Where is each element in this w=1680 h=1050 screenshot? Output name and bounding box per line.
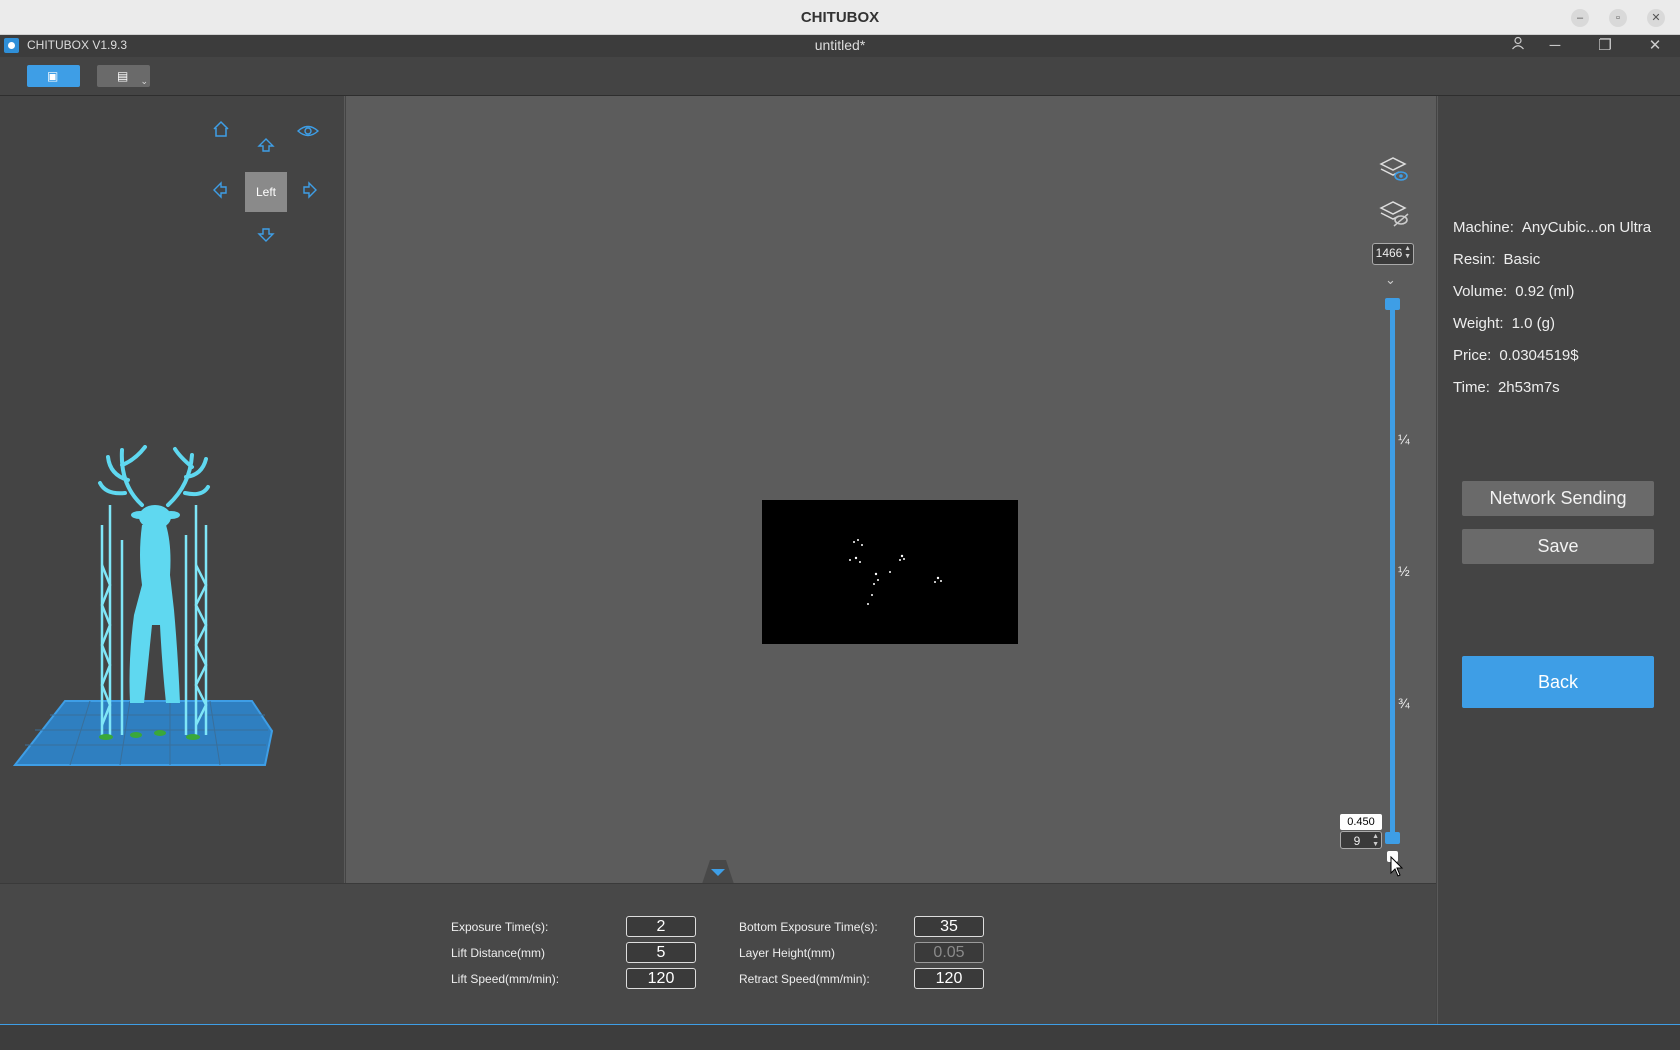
machine-row: Machine: AnyCubic...on Ultra: [1453, 219, 1651, 236]
volume-label: Volume:: [1453, 283, 1508, 300]
rotate-right-icon[interactable]: [298, 180, 322, 204]
document-title: untitled*: [814, 37, 866, 53]
weight-row: Weight: 1.0 (g): [1453, 315, 1555, 332]
network-sending-button[interactable]: Network Sending: [1462, 481, 1654, 516]
slider-mark-three-quarter: ¾: [1398, 695, 1410, 711]
top-layer-spinbox[interactable]: 1466 ▲ ▼: [1372, 243, 1414, 265]
top-layer-value: 1466: [1375, 246, 1403, 260]
layer-slider-bottom-handle[interactable]: [1385, 832, 1400, 844]
bottom-exposure-field[interactable]: 35: [914, 916, 984, 937]
layer-slider-top-handle[interactable]: [1385, 298, 1400, 310]
slice-mode-button[interactable]: ▣: [27, 65, 80, 87]
os-close-button[interactable]: ✕: [1647, 9, 1665, 27]
3d-model-viewport[interactable]: [10, 445, 285, 775]
resin-value: Basic: [1503, 251, 1541, 268]
back-button[interactable]: Back: [1462, 656, 1654, 708]
exposure-time-label: Exposure Time(s):: [451, 920, 549, 934]
lift-distance-field[interactable]: 5: [626, 942, 696, 963]
lift-speed-label: Lift Speed(mm/min):: [451, 972, 560, 986]
toolbar: [0, 57, 1680, 96]
mouse-cursor-icon: [1390, 855, 1404, 878]
app-minimize-button[interactable]: ─: [1543, 36, 1567, 56]
print-settings-panel: [0, 883, 1436, 1026]
volume-value: 0.92 (ml): [1515, 283, 1575, 300]
retract-speed-field[interactable]: 120: [914, 968, 984, 989]
layer-slider-track[interactable]: [1390, 305, 1395, 840]
chevron-down-icon[interactable]: ⌄: [1385, 272, 1396, 288]
os-window-title: CHITUBOX: [800, 9, 880, 26]
lift-speed-field[interactable]: 120: [626, 968, 696, 989]
price-label: Price:: [1453, 347, 1492, 364]
user-icon[interactable]: [1506, 36, 1530, 56]
volume-row: Volume: 0.92 (ml): [1453, 283, 1574, 300]
save-button[interactable]: Save: [1462, 529, 1654, 564]
chevron-down-icon[interactable]: ⌄: [140, 76, 148, 87]
rotate-left-icon[interactable]: [208, 180, 232, 204]
os-minimize-button[interactable]: –: [1571, 9, 1589, 27]
bottom-exposure-label: Bottom Exposure Time(s):: [739, 920, 878, 934]
rotate-down-icon[interactable]: [254, 225, 278, 249]
time-row: Time: 2h53m7s: [1453, 379, 1560, 396]
bottom-layer-height-label: 0.450: [1340, 814, 1382, 830]
exposure-time-field[interactable]: 2: [626, 916, 696, 937]
resin-label: Resin:: [1453, 251, 1496, 268]
retract-speed-label: Retract Speed(mm/min):: [739, 972, 870, 986]
price-value: 0.0304519$: [1499, 347, 1579, 364]
layers-icon: ▣: [47, 69, 59, 83]
show-layers-icon[interactable]: [1379, 156, 1409, 184]
slider-mark-half: ½: [1398, 563, 1410, 579]
deer-model: [129, 505, 180, 703]
layer-height-label: Layer Height(mm): [739, 946, 836, 960]
time-value: 2h53m7s: [1497, 379, 1560, 396]
rotate-up-icon[interactable]: [254, 135, 278, 159]
hide-layers-icon[interactable]: [1379, 200, 1409, 228]
time-label: Time:: [1453, 379, 1490, 396]
eye-view-icon[interactable]: [296, 121, 320, 145]
lift-distance-label: Lift Distance(mm): [451, 946, 546, 960]
weight-label: Weight:: [1453, 315, 1504, 332]
edit-mode-button[interactable]: ▤ ⌄: [97, 65, 150, 87]
slider-mark-quarter: ¼: [1398, 431, 1410, 447]
resin-row: Resin: Basic: [1453, 251, 1540, 268]
machine-label: Machine:: [1453, 219, 1514, 236]
bottom-layer-spinbox[interactable]: 9 ▲ ▼: [1340, 831, 1382, 849]
deer-antlers: [98, 445, 210, 507]
collapse-settings-tab[interactable]: [698, 860, 738, 884]
app-restore-button[interactable]: ❐: [1593, 36, 1617, 56]
spin-arrows-icon[interactable]: ▲ ▼: [1404, 245, 1411, 261]
layer-slice-image: [762, 500, 1018, 644]
spin-arrows-icon[interactable]: ▲ ▼: [1372, 833, 1379, 849]
os-maximize-button[interactable]: ▫: [1609, 9, 1627, 27]
status-bar: [0, 1024, 1680, 1050]
view-cube[interactable]: Left: [245, 172, 287, 212]
machine-value: AnyCubic...on Ultra: [1521, 219, 1652, 236]
app-close-button[interactable]: ✕: [1643, 36, 1667, 56]
home-view-icon[interactable]: [209, 119, 233, 143]
model-icon: ▤: [117, 69, 129, 83]
layer-preview-area[interactable]: [346, 96, 1436, 883]
weight-value: 1.0 (g): [1511, 315, 1555, 332]
bottom-layer-value: 9: [1353, 834, 1361, 848]
price-row: Price: 0.0304519$: [1453, 347, 1579, 364]
build-plate-surface: [12, 700, 274, 766]
layer-height-field: 0.05: [914, 942, 984, 963]
